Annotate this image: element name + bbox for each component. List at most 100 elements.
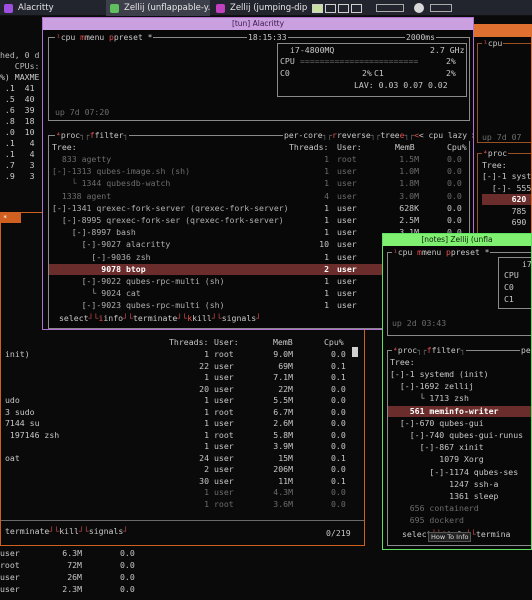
table-row[interactable]: user 2.3M 0.0 bbox=[0, 584, 160, 595]
table-row[interactable]: 3 sudo 1 root 6.7M 0.0 bbox=[1, 407, 361, 418]
tree-toggle[interactable]: tree bbox=[380, 131, 399, 140]
cpu-tab[interactable]: cpu bbox=[488, 39, 502, 48]
process-row[interactable]: 656 containerd bbox=[388, 503, 531, 514]
process-tree-cell: [-]-8997 bash bbox=[52, 227, 136, 238]
process-row[interactable]: [-]-1174 qubes-ses bbox=[388, 467, 531, 478]
table-row[interactable]: 22 user 69M 0.1 bbox=[1, 361, 361, 372]
threads-cell: 1 bbox=[204, 349, 209, 359]
process-row[interactable]: 620 bbox=[482, 194, 531, 205]
select-action[interactable]: select bbox=[59, 313, 89, 323]
workspace-2[interactable] bbox=[325, 3, 336, 13]
info-action[interactable]: info bbox=[103, 313, 123, 323]
tray-icon[interactable] bbox=[414, 3, 424, 13]
reverse-toggle[interactable]: reverse bbox=[337, 131, 371, 140]
notes-window[interactable]: [notes] Zellij (unfla ¹cpu mmenu ppreset… bbox=[382, 233, 532, 550]
signals-action[interactable]: signals bbox=[222, 313, 257, 323]
process-row[interactable]: [-]-1 system bbox=[482, 171, 531, 182]
process-row[interactable]: [-]-867 xinit bbox=[388, 442, 531, 453]
table-row[interactable]: 1 user 4.3M 0.0 bbox=[1, 487, 361, 498]
process-row[interactable]: [-]-740 qubes-gui-runus bbox=[388, 430, 531, 441]
kill-action[interactable]: kill bbox=[192, 313, 212, 323]
scrollbar-thumb[interactable] bbox=[352, 347, 358, 357]
cpu-tab[interactable]: cpu bbox=[61, 33, 75, 42]
process-row[interactable]: [-]-1313 qubes-image.sh (sh) 1 user 1.0M 0.0 bbox=[49, 166, 469, 177]
update-rate[interactable]: 2000ms bbox=[405, 32, 436, 43]
bg-tree-cell: init) bbox=[5, 349, 30, 359]
process-row[interactable]: 690 bbox=[482, 217, 531, 228]
process-row[interactable]: 1247 ssh-a bbox=[388, 479, 531, 490]
core0-pct: 2% bbox=[362, 68, 372, 78]
threads-cell: 1 bbox=[204, 395, 209, 405]
threads-cell: 1 bbox=[324, 215, 329, 225]
workspace-4[interactable] bbox=[351, 3, 362, 13]
taskbar-item-alacritty[interactable]: Alacritty bbox=[0, 0, 105, 16]
user-cell: user bbox=[337, 202, 357, 213]
taskbar-item-zellij-1[interactable]: Zellij (unflappable-y... bbox=[106, 0, 210, 16]
table-row[interactable]: 2 user 206M 0.0 bbox=[1, 464, 361, 475]
terminate-action[interactable]: termina bbox=[476, 529, 511, 539]
user-cell: user bbox=[337, 190, 357, 201]
filter-tab[interactable]: filter bbox=[95, 131, 124, 140]
table-row[interactable]: 30 user 11M 0.1 bbox=[1, 476, 361, 487]
terminate-action[interactable]: terminate bbox=[133, 313, 177, 323]
table-row[interactable]: 1 user 3.9M 0.0 bbox=[1, 441, 361, 452]
table-row[interactable]: oat 24 user 15M 0.1 bbox=[1, 453, 361, 464]
table-row[interactable]: init) 1 root 9.0M 0.0 bbox=[1, 349, 361, 360]
sort-selector[interactable]: < cpu lazy > bbox=[419, 131, 473, 140]
process-row[interactable]: 561 meminfo-writer bbox=[388, 405, 531, 417]
orange-btop-window[interactable]: ¹cpu up 7d 07 ⁴proc Tree: [-]-1 system [… bbox=[472, 24, 532, 246]
process-row[interactable]: 1079 Xorg bbox=[388, 454, 531, 465]
user-header: User: bbox=[337, 142, 362, 152]
table-row[interactable]: user 6.3M 0.0 bbox=[0, 548, 160, 559]
table-row[interactable]: 7144 su 1 user 2.6M 0.0 bbox=[1, 418, 361, 429]
core1-pct: 2% bbox=[446, 68, 456, 78]
table-row[interactable]: root 72M 0.0 bbox=[0, 560, 160, 571]
table-row[interactable]: 1 root 3.6M 0.0 bbox=[1, 499, 361, 510]
cpu-cell: 0.0 bbox=[331, 406, 346, 417]
table-row[interactable]: 20 user 22M 0.0 bbox=[1, 384, 361, 395]
workspace-1[interactable] bbox=[312, 3, 323, 13]
table-row[interactable]: user 26M 0.0 bbox=[0, 572, 160, 583]
bg-line: .0 10 bbox=[0, 127, 35, 137]
process-row[interactable]: 1361 sleep bbox=[388, 491, 531, 502]
per-core-toggle[interactable]: per bbox=[520, 345, 531, 356]
table-row[interactable]: 1 user 7.1M 0.1 bbox=[1, 372, 361, 383]
cpu-tab[interactable]: cpu bbox=[398, 248, 412, 257]
proc-tab[interactable]: proc bbox=[488, 149, 507, 158]
process-row[interactable]: [-]-1692 zellij bbox=[388, 381, 531, 392]
user-cell: user bbox=[337, 300, 357, 311]
taskbar-item-zellij-2[interactable]: Zellij (jumping-diplo... bbox=[212, 0, 308, 16]
proc-tab[interactable]: proc bbox=[398, 346, 417, 355]
process-row[interactable]: [-]-8995 qrexec-fork-ser (qrexec-fork-se… bbox=[49, 215, 469, 226]
proc-tab[interactable]: proc bbox=[61, 131, 80, 140]
process-row[interactable]: [-]-670 qubes-gui bbox=[388, 418, 531, 429]
process-row[interactable]: 1338 agent 4 user 3.0M 0.0 bbox=[49, 191, 469, 202]
process-row[interactable]: 695 dockerd bbox=[388, 515, 531, 526]
process-row[interactable]: 785 bbox=[482, 206, 531, 217]
mem-cell: 2.3M bbox=[62, 584, 82, 594]
process-row[interactable]: [-]-1 systemd (init) bbox=[388, 369, 531, 380]
process-row[interactable]: └ 1344 qubesdb-watch 1 user 1.8M 0.0 bbox=[49, 178, 469, 189]
table-row[interactable]: 197146 zsh 1 root 5.8M 0.0 bbox=[1, 430, 361, 441]
process-row[interactable]: └ 1713 zsh bbox=[388, 393, 531, 404]
workspace-pager[interactable] bbox=[312, 2, 362, 14]
menu-tab[interactable]: menu bbox=[422, 248, 441, 257]
mem-cell: 1.0M bbox=[399, 166, 419, 177]
process-row[interactable]: [-]- 555 bbox=[482, 183, 531, 194]
table-row[interactable]: udo 1 user 5.5M 0.0 bbox=[1, 395, 361, 406]
bg-line: .5 40 bbox=[0, 94, 35, 104]
preset-tab[interactable]: preset * bbox=[114, 33, 153, 42]
process-tree-cell: 9078 btop bbox=[52, 263, 146, 274]
preset-tab[interactable]: preset * bbox=[451, 248, 490, 257]
process-tree-cell: [-]-9022 qubes-rpc-multi (sh) bbox=[52, 276, 225, 286]
process-row[interactable]: [-]-1341 qrexec-fork-server (qrexec-fork… bbox=[49, 203, 469, 214]
cpu-header: Cpu% bbox=[447, 142, 467, 152]
threads-cell: 1 bbox=[324, 154, 329, 164]
process-row[interactable]: 833 agetty 1 root 1.5M 0.0 bbox=[49, 154, 469, 165]
threads-cell: 1 bbox=[324, 300, 329, 311]
per-core-toggle[interactable]: per-core bbox=[284, 131, 323, 140]
filter-tab[interactable]: filter bbox=[432, 346, 461, 355]
workspace-3[interactable] bbox=[338, 3, 349, 13]
cpu-cell: 0.0 bbox=[331, 441, 346, 451]
menu-tab[interactable]: menu bbox=[85, 33, 104, 42]
